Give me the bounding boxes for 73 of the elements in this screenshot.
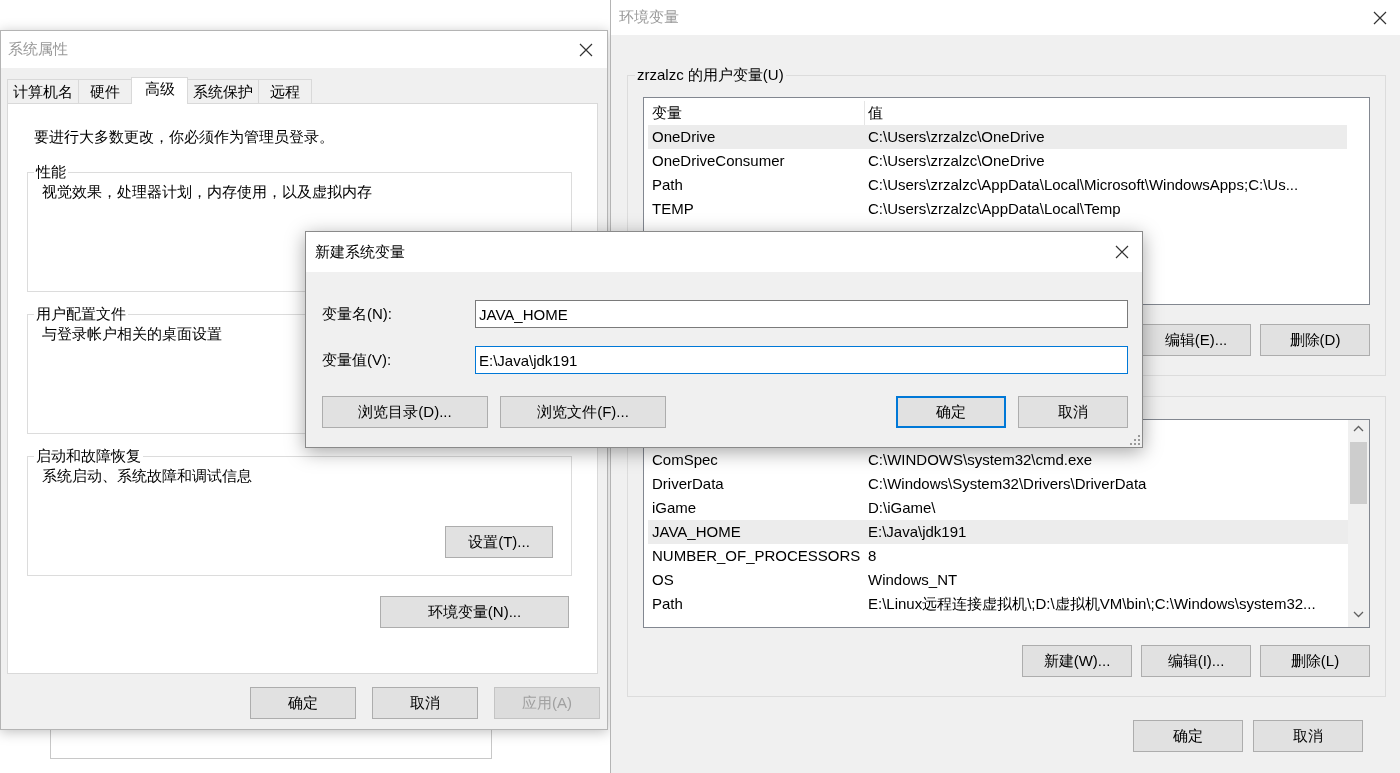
window-title: 环境变量	[619, 8, 679, 27]
table-row[interactable]: ComSpec C:\WINDOWS\system32\cmd.exe	[648, 448, 1348, 472]
group-label: zrzalzc 的用户变量(U)	[636, 66, 785, 84]
dialog-button[interactable]: 确定	[896, 396, 1006, 428]
list-action-button[interactable]: 新建(W)...	[1022, 645, 1132, 677]
table-cell-text: E:\Linux远程连接虚拟机\;D:\虚拟机VM\bin\;C:\Windows\system32...	[867, 594, 1316, 614]
table-cell-text: OneDriveConsumer	[651, 151, 786, 171]
notice-text: 要进行大多数更改，你必须作为管理员登录。	[34, 128, 335, 146]
field-label: 变量值(V):	[322, 350, 393, 370]
table-cell-text: iGame	[651, 498, 698, 518]
group-description: 与登录帐户相关的桌面设置	[42, 325, 223, 343]
list-action-button[interactable]: 编辑(I)...	[1141, 645, 1251, 677]
table-cell-text: OS	[651, 570, 675, 590]
table-cell-text: Windows_NT	[867, 570, 958, 590]
close-icon[interactable]	[579, 42, 593, 57]
table-cell-text: C:\Users\zrzalzc\OneDrive	[867, 151, 1045, 171]
table-cell-text: E:\Java\jdk191	[867, 522, 967, 542]
field-label: 变量名(N):	[322, 304, 393, 324]
table-cell-text: 8	[867, 546, 877, 566]
group-label: 启动和故障恢复	[35, 447, 142, 465]
browse-button[interactable]: 浏览文件(F)...	[500, 396, 666, 428]
window-title: 系统属性	[8, 40, 68, 59]
table-cell-text: ComSpec	[651, 450, 719, 470]
group-label: 用户配置文件	[35, 305, 127, 323]
dialog-button[interactable]: 确定	[250, 687, 356, 719]
list-action-button[interactable]: 编辑(E)...	[1141, 324, 1251, 356]
group-label: 性能	[34, 163, 67, 181]
dialog-button[interactable]: 取消	[372, 687, 478, 719]
settings-button[interactable]: 设置(T)...	[445, 526, 553, 558]
list-action-button[interactable]: 删除(L)	[1260, 645, 1370, 677]
table-cell-text: NUMBER_OF_PROCESSORS	[651, 546, 862, 566]
close-icon[interactable]	[1373, 10, 1387, 25]
table-cell-text: JAVA_HOME	[651, 522, 742, 542]
table-cell-text: D:\iGame\	[867, 498, 936, 518]
table-row[interactable]: OneDrive C:\Users\zrzalzc\OneDrive	[648, 125, 1347, 149]
table-row[interactable]: TEMP C:\Users\zrzalzc\AppData\Local\Temp	[648, 197, 1347, 221]
browse-button[interactable]: 浏览目录(D)...	[322, 396, 488, 428]
group-description: 系统启动、系统故障和调试信息	[42, 467, 253, 485]
table-row[interactable]: Path E:\Linux远程连接虚拟机\;D:\虚拟机VM\bin\;C:\Windows\system32...	[648, 592, 1348, 616]
environment-variables-button[interactable]: 环境变量(N)...	[380, 596, 569, 628]
scroll-thumb[interactable]	[1350, 442, 1367, 504]
table-cell-text: TEMP	[651, 199, 695, 219]
table-cell-text: C:\Users\zrzalzc\AppData\Local\Temp	[867, 199, 1121, 219]
table-cell-text: OneDrive	[651, 127, 717, 147]
list-action-button[interactable]: 删除(D)	[1260, 324, 1370, 356]
table-cell-text: C:\Users\zrzalzc\OneDrive	[867, 127, 1045, 147]
table-cell-text: C:\WINDOWS\system32\cmd.exe	[867, 450, 1093, 470]
table-cell-text: Path	[651, 175, 684, 195]
table-cell-text: C:\Windows\System32\Drivers\DriverData	[867, 474, 1147, 494]
window-title: 新建系统变量	[315, 242, 405, 262]
column-header[interactable]: 值	[865, 101, 883, 125]
tab[interactable]: 远程	[258, 79, 312, 103]
table-row[interactable]: Path C:\Users\zrzalzc\AppData\Local\Microsoft\WindowsApps;C:\Us...	[648, 173, 1347, 197]
group-description: 视觉效果，处理器计划，内存使用，以及虚拟内存	[42, 183, 373, 201]
table-cell-text: DriverData	[651, 474, 725, 494]
tab[interactable]: 高级	[131, 77, 188, 104]
table-row[interactable]: OneDriveConsumer C:\Users\zrzalzc\OneDrive	[648, 149, 1347, 173]
table-row[interactable]: JAVA_HOME E:\Java\jdk191	[648, 520, 1348, 544]
table-row[interactable]: NUMBER_OF_PROCESSORS 8	[648, 544, 1348, 568]
dialog-button[interactable]: 确定	[1133, 720, 1243, 752]
table-row[interactable]: OS Windows_NT	[648, 568, 1348, 592]
close-icon[interactable]	[1115, 245, 1129, 259]
dialog-button[interactable]: 取消	[1018, 396, 1128, 428]
scrollbar[interactable]	[1348, 420, 1369, 627]
tab[interactable]: 计算机名	[7, 79, 79, 103]
input-field[interactable]: E:\Java\jdk191	[475, 346, 1128, 374]
resize-grip-icon[interactable]	[1130, 435, 1140, 445]
dialog-button[interactable]: 取消	[1253, 720, 1363, 752]
input-field[interactable]: JAVA_HOME	[475, 300, 1128, 328]
table-cell-text: C:\Users\zrzalzc\AppData\Local\Microsoft\WindowsApps;C:\Us...	[867, 175, 1299, 195]
table-row[interactable]: iGame D:\iGame\	[648, 496, 1348, 520]
table-cell-text: Path	[651, 594, 684, 614]
table-row[interactable]: DriverData C:\Windows\System32\Drivers\DriverData	[648, 472, 1348, 496]
